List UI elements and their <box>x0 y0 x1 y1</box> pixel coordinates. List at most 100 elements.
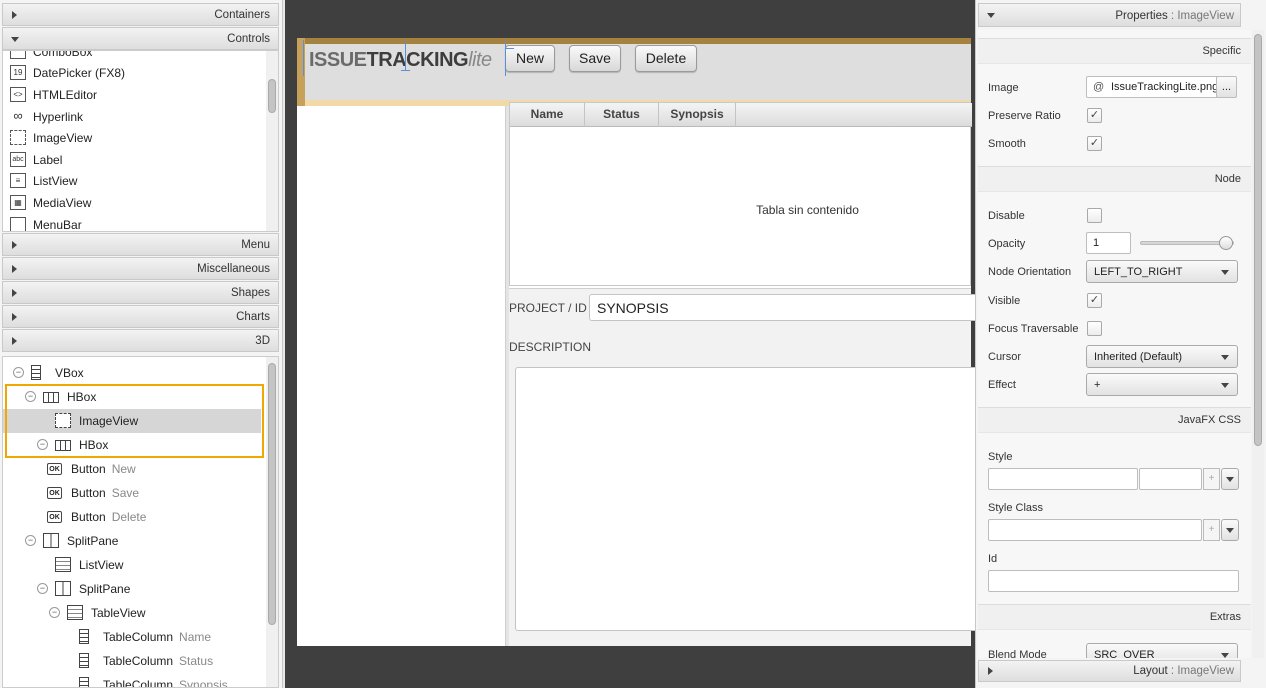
layout-title-text: Layout <box>1133 665 1168 677</box>
hierarchy-item-vbox[interactable]: − VBox <box>3 361 261 385</box>
blend-mode-select[interactable]: SRC_OVER <box>1086 643 1238 658</box>
save-button[interactable]: Save <box>569 45 621 72</box>
focus-traversable-checkbox[interactable] <box>1087 321 1102 336</box>
hyperlink-icon: ∞ <box>10 109 26 124</box>
add-icon[interactable]: + <box>1203 468 1220 490</box>
preserve-ratio-checkbox[interactable]: ✓ <box>1087 108 1102 123</box>
slider-knob[interactable] <box>1219 236 1233 250</box>
hierarchy-label: ListView <box>79 558 123 572</box>
hierarchy-label: SplitPane <box>79 582 130 596</box>
label-icon: abc <box>10 152 26 167</box>
selection-handle[interactable] <box>405 40 406 70</box>
image-field[interactable]: @ IssueTrackingLite.png <box>1086 76 1219 98</box>
scrollbar-thumb[interactable] <box>268 363 276 625</box>
hierarchy-item-hbox[interactable]: − HBox <box>3 433 261 457</box>
hierarchy-item-hbox[interactable]: − HBox <box>3 385 261 409</box>
style-dropdown[interactable] <box>1221 468 1239 490</box>
layout-section-header[interactable]: Layout : ImageView <box>978 660 1241 682</box>
selection-handle[interactable] <box>401 70 410 71</box>
node-id: New <box>111 462 136 476</box>
collapse-toggle-icon[interactable]: − <box>25 535 36 546</box>
expand-icon <box>12 337 17 345</box>
style-field[interactable] <box>988 468 1138 490</box>
detail-form: PROJECT / ID SYNOPSIS DESCRIPTION <box>509 288 989 646</box>
delete-button[interactable]: Delete <box>635 45 697 72</box>
node-section: Node <box>978 166 1251 192</box>
style-value-field[interactable] <box>1139 468 1202 490</box>
at-icon: @ <box>1093 81 1105 93</box>
hierarchy-scrollbar[interactable] <box>266 357 278 687</box>
header-hbox[interactable]: ISSUETRACKINGlite New Save Delete <box>297 38 971 106</box>
logo-imageview[interactable]: ISSUETRACKINGlite <box>309 49 492 72</box>
properties-section-header[interactable]: Properties : ImageView <box>978 3 1241 27</box>
collapse-toggle-icon[interactable]: − <box>37 583 48 594</box>
node-type: TableColumn <box>103 678 174 688</box>
section-menu[interactable]: Menu <box>2 233 279 256</box>
opacity-slider[interactable] <box>1140 236 1234 250</box>
hierarchy-item-button[interactable]: OK Button New <box>3 457 261 481</box>
hierarchy-item-splitpane[interactable]: − SplitPane <box>3 529 261 553</box>
effect-select[interactable]: + <box>1086 373 1238 396</box>
section-containers[interactable]: Containers <box>2 3 279 26</box>
synopsis-field[interactable]: SYNOPSIS <box>589 294 989 321</box>
properties-title-text: Properties <box>1115 10 1168 22</box>
disable-label: Disable <box>988 210 1025 222</box>
collapse-toggle-icon[interactable]: − <box>13 367 24 378</box>
expand-icon <box>12 313 17 321</box>
column-synopsis[interactable]: Synopsis <box>659 103 736 127</box>
chevron-down-icon <box>1221 270 1229 275</box>
section-3d[interactable]: 3D <box>2 329 279 352</box>
hierarchy-item-button[interactable]: OK Button Save <box>3 481 261 505</box>
node-type: SplitPane <box>67 534 119 548</box>
collapse-toggle-icon[interactable]: − <box>37 439 48 450</box>
style-class-field[interactable] <box>988 519 1202 541</box>
node-type: Button <box>71 486 106 500</box>
smooth-checkbox[interactable]: ✓ <box>1087 136 1102 151</box>
section-charts[interactable]: Charts <box>2 305 279 328</box>
issues-table[interactable]: Name Status Synopsis Tabla sin contenido <box>509 102 972 286</box>
hierarchy-item-tablecolumn[interactable]: TableColumn Status <box>3 649 261 673</box>
column-name[interactable]: Name <box>510 103 585 127</box>
section-shapes[interactable]: Shapes <box>2 281 279 304</box>
visible-label: Visible <box>988 295 1021 307</box>
node-id: Synopsis <box>179 678 228 688</box>
style-class-dropdown[interactable] <box>1221 519 1239 541</box>
hierarchy-item-imageview[interactable]: ImageView <box>3 409 261 433</box>
description-textarea[interactable] <box>515 367 985 631</box>
list-view[interactable] <box>305 106 505 646</box>
scrollbar-thumb[interactable] <box>1254 34 1262 446</box>
properties-scrollbar[interactable] <box>1252 30 1264 658</box>
hierarchy-label: SplitPane <box>67 534 118 548</box>
hierarchy-item-button[interactable]: OK Button Delete <box>3 505 261 529</box>
node-orientation-select[interactable]: LEFT_TO_RIGHT <box>1086 260 1238 283</box>
collapse-toggle-icon[interactable]: − <box>49 607 60 618</box>
selection-handle[interactable] <box>303 40 304 76</box>
selection-handle[interactable] <box>505 48 514 49</box>
opacity-field[interactable]: 1 <box>1086 232 1131 254</box>
hierarchy-item-tableview[interactable]: − TableView <box>3 601 261 625</box>
chevron-down-icon <box>1226 477 1234 482</box>
scrollbar-thumb[interactable] <box>268 79 276 113</box>
column-status[interactable]: Status <box>585 103 659 127</box>
cursor-select[interactable]: Inherited (Default) <box>1086 345 1238 368</box>
new-button[interactable]: New <box>505 45 555 72</box>
image-browse-button[interactable]: ... <box>1216 76 1237 98</box>
chevron-down-icon <box>1221 653 1229 658</box>
add-icon[interactable]: + <box>1203 519 1220 541</box>
section-controls[interactable]: Controls <box>2 27 279 50</box>
blend-mode-label: Blend Mode <box>988 649 1047 658</box>
hierarchy-item-tablecolumn[interactable]: TableColumn Synopsis <box>3 673 261 688</box>
disable-checkbox[interactable] <box>1087 208 1102 223</box>
hierarchy-item-splitpane[interactable]: − SplitPane <box>3 577 261 601</box>
section-miscellaneous[interactable]: Miscellaneous <box>2 257 279 280</box>
vbox-icon <box>31 365 41 380</box>
id-field[interactable] <box>988 570 1239 592</box>
visible-checkbox[interactable]: ✓ <box>1087 293 1102 308</box>
hierarchy-label: VBox <box>55 366 84 380</box>
controls-list: ComboBox 19 DatePicker (FX8) <> HTMLEditor… <box>2 50 279 232</box>
collapse-toggle-icon[interactable]: − <box>25 391 36 402</box>
hierarchy-item-tablecolumn[interactable]: TableColumn Name <box>3 625 261 649</box>
library-scrollbar[interactable] <box>266 51 278 231</box>
selection-handle[interactable] <box>505 40 506 76</box>
hierarchy-item-listview[interactable]: ListView <box>3 553 261 577</box>
